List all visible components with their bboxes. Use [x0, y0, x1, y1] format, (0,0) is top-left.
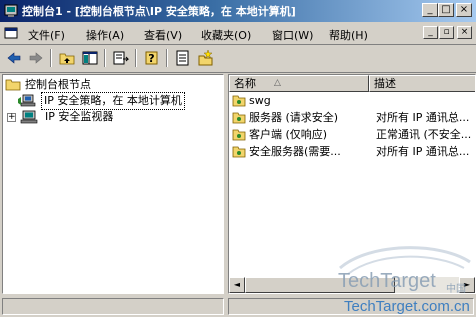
ip-security-policy-icon: [18, 94, 36, 107]
policy-icon: [232, 112, 246, 124]
policy-icon: [232, 95, 246, 107]
policy-name: 安全服务器(需要...: [249, 145, 341, 158]
mdi-close-button[interactable]: ×: [457, 26, 472, 39]
list-item[interactable]: 客户端 (仅响应) 正常通讯 (不安全...: [231, 127, 475, 143]
menu-window[interactable]: 窗口(W): [272, 27, 313, 43]
folder-icon: [5, 79, 21, 91]
toolbar-separator: [135, 49, 137, 67]
forward-arrow-icon[interactable]: [26, 49, 46, 67]
title-bar[interactable]: 控制台1 - [控制台根节点\IP 安全策略，在 本地计算机] _ □ ×: [0, 0, 476, 22]
mdi-minimize-button[interactable]: _: [423, 26, 438, 39]
ip-security-monitor-icon: [20, 110, 38, 124]
properties-icon[interactable]: [173, 49, 193, 67]
list-item[interactable]: 服务器 (请求安全) 对所有 IP 通讯总...: [231, 110, 475, 126]
policy-name: 客户端 (仅响应): [249, 128, 328, 141]
add-policy-icon[interactable]: [196, 49, 216, 67]
toolbar: ?: [0, 45, 476, 73]
menu-bar: 文件(F) 操作(A) 查看(V) 收藏夹(O) 窗口(W) 帮助(H) _ ▫…: [0, 22, 476, 45]
tree-monitor-label: IP 安全监视器: [45, 110, 114, 123]
menu-action[interactable]: 操作(A): [86, 27, 124, 43]
toolbar-separator: [50, 49, 52, 67]
policy-name: 服务器 (请求安全): [249, 111, 339, 124]
column-description-label: 描述: [374, 77, 396, 90]
policy-description: 对所有 IP 通讯总...: [376, 111, 470, 124]
watermark-brand: TechTarget: [338, 270, 436, 292]
watermark-url: TechTarget.com.cn: [344, 298, 470, 315]
status-panel-left: [2, 298, 224, 315]
mdi-restore-button[interactable]: ▫: [439, 26, 454, 39]
menu-view[interactable]: 查看(V): [144, 27, 182, 43]
tree-expand-button[interactable]: +: [7, 113, 16, 122]
close-button[interactable]: ×: [456, 3, 472, 17]
menu-file[interactable]: 文件(F): [28, 27, 65, 43]
tree-ip-policy-label: IP 安全策略，在 本地计算机: [41, 92, 185, 110]
watermark-cn: 中国: [446, 284, 466, 295]
column-name-label: 名称: [234, 77, 256, 90]
child-window-icon[interactable]: [4, 26, 18, 40]
column-header-description[interactable]: 描述: [369, 75, 475, 92]
show-hide-tree-icon[interactable]: [80, 49, 100, 67]
sort-ascending-icon: △: [274, 78, 281, 88]
scroll-left-button[interactable]: ◄: [229, 277, 245, 293]
column-header-name[interactable]: 名称 △: [229, 75, 369, 92]
policy-icon: [232, 146, 246, 158]
export-list-icon[interactable]: [111, 49, 131, 67]
mmc-console-icon: [4, 4, 18, 17]
window-title: 控制台1 - [控制台根节点\IP 安全策略，在 本地计算机]: [22, 5, 296, 18]
up-folder-icon[interactable]: [57, 49, 77, 67]
toolbar-separator: [166, 49, 168, 67]
menu-favorites[interactable]: 收藏夹(O): [201, 27, 251, 43]
toolbar-separator: [104, 49, 106, 67]
policy-description: 对所有 IP 通讯总...: [376, 145, 470, 158]
back-arrow-icon[interactable]: [4, 49, 24, 67]
list-item[interactable]: 安全服务器(需要... 对所有 IP 通讯总...: [231, 144, 475, 160]
console-tree-pane[interactable]: 控制台根节点 IP 安全策略，在 本地计算机 + IP 安全监视器: [2, 74, 224, 294]
help-icon[interactable]: ?: [142, 49, 162, 67]
policy-icon: [232, 129, 246, 141]
maximize-button[interactable]: □: [438, 3, 454, 17]
policy-description: 正常通讯 (不安全...: [376, 128, 472, 141]
policy-name: swg: [249, 94, 271, 107]
tree-root-label: 控制台根节点: [25, 78, 91, 91]
list-item[interactable]: swg: [231, 93, 475, 109]
minimize-button[interactable]: _: [422, 3, 438, 17]
svg-text:?: ?: [148, 52, 154, 65]
menu-help[interactable]: 帮助(H): [329, 27, 368, 43]
